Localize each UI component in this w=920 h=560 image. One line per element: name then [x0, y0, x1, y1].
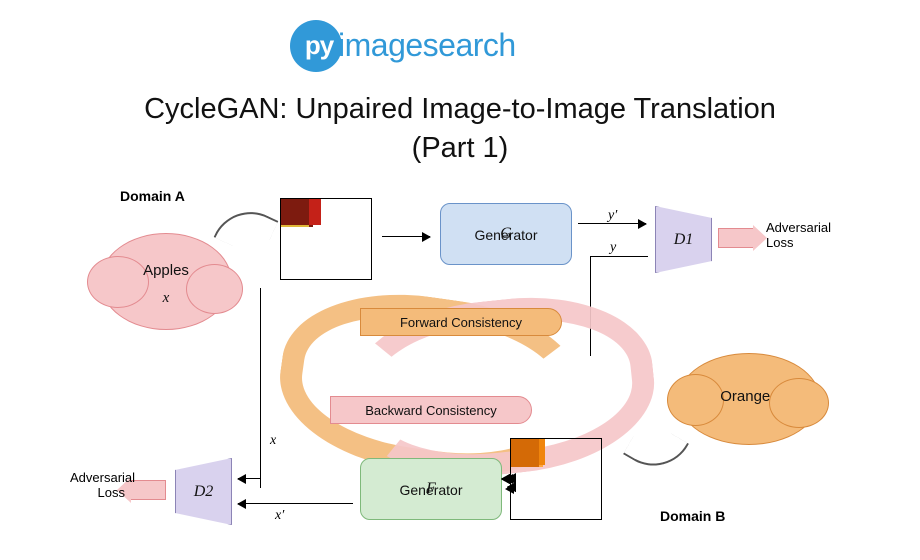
discriminator-d1-wrap: D1 [655, 206, 710, 271]
cloud-to-image-arrow-a-icon [214, 199, 279, 259]
arrow-d2-to-loss-icon [130, 480, 166, 500]
edge-label-x: x [270, 433, 276, 449]
edge-label-yprime: y′ [608, 208, 617, 224]
forward-consistency-label: Forward Consistency [400, 315, 522, 330]
backward-consistency-ribbon: Backward Consistency [330, 396, 532, 424]
arrow-g-to-d1-yprime-icon [578, 223, 646, 224]
apples-image [280, 198, 372, 280]
domain-a-label: Domain A [120, 188, 185, 204]
logo-rest-text: imagesearch [338, 27, 516, 64]
arrow-x-to-d2-icon [238, 478, 260, 479]
discriminator-d1-box: D1 [655, 206, 712, 273]
page-title: CycleGAN: Unpaired Image-to-Image Transl… [0, 90, 920, 168]
cloud-to-image-arrow-b-icon [623, 418, 689, 480]
arrow-f-to-d2-icon [238, 503, 353, 504]
logo-circle-icon: py [290, 20, 342, 72]
adversarial-loss-bottom-label: Adversarial Loss [70, 470, 125, 500]
generator-g-name: Generator [474, 227, 537, 243]
forward-consistency-ribbon: Forward Consistency [360, 308, 562, 336]
discriminator-d2-label: D2 [194, 483, 214, 501]
oranges-cloud: Oranges [678, 353, 820, 445]
edge-label-y: y [610, 240, 616, 256]
title-line-2: (Part 1) [412, 132, 509, 164]
page: py imagesearch CycleGAN: Unpaired Image-… [0, 0, 920, 560]
domain-b-label: Domain B [660, 508, 725, 524]
apples-cloud-var: x [101, 290, 231, 307]
logo-py-text: py [305, 30, 333, 61]
oranges-image [510, 438, 602, 520]
apples-cloud: Apples x [100, 233, 232, 330]
oranges-cloud-name: Oranges [679, 388, 819, 405]
discriminator-d2-wrap: D2 [175, 458, 230, 523]
apples-cloud-name: Apples [101, 262, 231, 279]
edge-y-horizontal-icon [590, 256, 648, 257]
generator-g-box: G Generator [440, 203, 572, 265]
generator-f-name: Generator [399, 482, 462, 498]
backward-consistency-label: Backward Consistency [365, 403, 497, 418]
discriminator-d1-label: D1 [674, 231, 694, 249]
adversarial-loss-top-label: Adversarial Loss [766, 220, 831, 250]
generator-f-box: F Generator [360, 458, 502, 520]
edge-x-vertical-icon [260, 288, 261, 488]
title-line-1: CycleGAN: Unpaired Image-to-Image Transl… [144, 93, 776, 125]
arrow-d1-to-loss-icon [718, 228, 754, 248]
arrow-apples-to-g-icon [382, 236, 430, 237]
diagram-stage: Domain A Apples x G Generator y′ y [90, 178, 830, 548]
brand-logo: py imagesearch [290, 18, 516, 73]
edge-label-xprime: x′ [275, 508, 284, 524]
discriminator-d2-box: D2 [175, 458, 232, 525]
